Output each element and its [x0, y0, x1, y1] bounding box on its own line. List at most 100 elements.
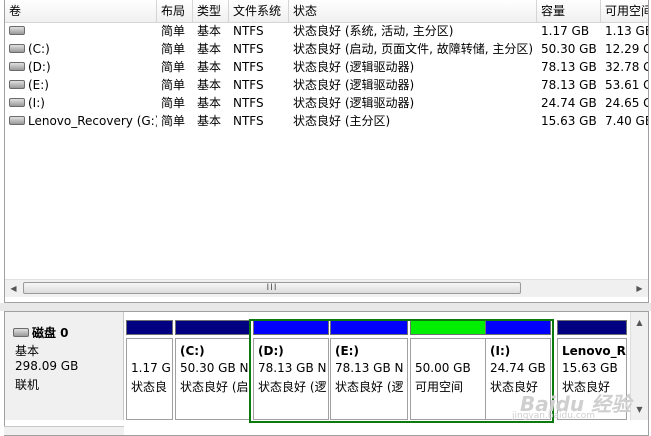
partition-status: 状态良 — [131, 380, 168, 394]
scrollbar-thumb[interactable]: III — [23, 282, 521, 294]
partition-status: 状态良好 (启 — [180, 380, 249, 394]
volume-layout: 简单 — [161, 24, 186, 38]
column-header-free-space[interactable]: 可用空间 — [601, 0, 648, 22]
drive-icon — [9, 98, 25, 107]
partition-status: 可用空间 — [415, 380, 464, 394]
volume-filesystem: NTFS — [233, 96, 264, 110]
volume-list-pane: 卷 布局 类型 文件系统 状态 容量 可用空间 简单 基本 NTFS 状态良好 … — [4, 0, 649, 303]
partition-system[interactable]: 1.17 G 状态良 — [126, 320, 173, 420]
partition-free-space[interactable]: 50.00 GB 可用空间 — [410, 320, 486, 420]
partition-size: 24.74 GB — [490, 361, 546, 375]
volume-row[interactable]: 简单 基本 NTFS 状态良好 (系统, 活动, 主分区) 1.17 GB 1.… — [5, 22, 648, 40]
partition-size: 78.13 GB N — [258, 361, 327, 375]
disk-icon — [13, 328, 29, 337]
partition-size: 50.00 GB — [415, 361, 471, 375]
partition-status: 状态良好 (逻 — [335, 380, 404, 394]
column-header-filesystem[interactable]: 文件系统 — [229, 0, 289, 22]
volume-filesystem: NTFS — [233, 114, 264, 128]
volume-layout: 简单 — [161, 96, 186, 110]
volume-layout: 简单 — [161, 114, 186, 128]
volume-filesystem: NTFS — [233, 42, 264, 56]
volume-capacity: 78.13 GB — [541, 78, 597, 92]
column-header-capacity[interactable]: 容量 — [537, 0, 601, 22]
vertical-scrollbar[interactable]: ▲ ▼ — [630, 312, 648, 420]
volume-row[interactable]: (I:) 简单 基本 NTFS 状态良好 (逻辑驱动器) 24.74 GB 24… — [5, 94, 648, 112]
volume-layout: 简单 — [161, 60, 186, 74]
partition-bar — [175, 320, 251, 335]
volume-capacity: 78.13 GB — [541, 60, 597, 74]
partition-label: (I:) — [490, 344, 511, 358]
volume-layout: 简单 — [161, 78, 186, 92]
volume-capacity: 24.74 GB — [541, 96, 597, 110]
volume-status: 状态良好 (逻辑驱动器) — [293, 96, 415, 110]
partition-bar — [557, 320, 627, 335]
volume-type: 基本 — [197, 96, 222, 110]
scroll-up-icon[interactable]: ▲ — [631, 314, 648, 331]
volume-filesystem: NTFS — [233, 24, 264, 38]
partition-label: (E:) — [335, 344, 359, 358]
volume-filesystem: NTFS — [233, 78, 264, 92]
drive-icon — [9, 26, 25, 35]
volume-free-space: 32.78 G — [605, 60, 649, 74]
volume-free-space: 24.65 G — [605, 96, 649, 110]
drive-icon — [9, 116, 25, 125]
horizontal-scrollbar[interactable]: ◀ III ▶ — [5, 279, 648, 297]
volume-status: 状态良好 (系统, 活动, 主分区) — [293, 24, 454, 38]
disk-info-panel[interactable]: 磁盘 0 基本 298.09 GB 联机 — [5, 312, 124, 420]
column-header-type[interactable]: 类型 — [193, 0, 229, 22]
column-header-layout[interactable]: 布局 — [157, 0, 193, 22]
scroll-down-icon[interactable]: ▼ — [631, 401, 648, 418]
volume-row[interactable]: (E:) 简单 基本 NTFS 状态良好 (逻辑驱动器) 78.13 GB 53… — [5, 76, 648, 94]
scrollbar-grip: III — [266, 283, 278, 293]
partition-bar — [126, 320, 173, 335]
partition-bar — [410, 320, 486, 335]
partition-status: 状态良好 (逻 — [258, 380, 327, 394]
volume-filesystem: NTFS — [233, 60, 264, 74]
volume-type: 基本 — [197, 42, 222, 56]
partition-label: (D:) — [258, 344, 284, 358]
volume-status: 状态良好 (启动, 页面文件, 故障转储, 主分区) — [293, 42, 534, 56]
volume-name: (I:) — [28, 96, 45, 110]
volume-name: (E:) — [28, 78, 49, 92]
scroll-right-icon[interactable]: ▶ — [631, 280, 648, 297]
partition-label: (C:) — [180, 344, 205, 358]
volume-row[interactable]: (C:) 简单 基本 NTFS 状态良好 (启动, 页面文件, 故障转储, 主分… — [5, 40, 648, 58]
volume-status: 状态良好 (逻辑驱动器) — [293, 78, 415, 92]
partition-c[interactable]: (C:) 50.30 GB N 状态良好 (启 — [175, 320, 251, 420]
volume-free-space: 1.13 GB — [605, 24, 649, 38]
volume-free-space: 7.40 GB — [605, 114, 649, 128]
column-header-volume[interactable]: 卷 — [5, 0, 157, 22]
volume-type: 基本 — [197, 78, 222, 92]
drive-icon — [9, 80, 25, 89]
volume-status: 状态良好 (主分区) — [293, 114, 391, 128]
volume-list-header: 卷 布局 类型 文件系统 状态 容量 可用空间 — [5, 0, 648, 23]
disk-size: 298.09 GB — [15, 359, 79, 373]
volume-type: 基本 — [197, 114, 222, 128]
drive-icon — [9, 44, 25, 53]
volume-capacity: 50.30 GB — [541, 42, 597, 56]
volume-status: 状态良好 (逻辑驱动器) — [293, 60, 415, 74]
volume-row[interactable]: (D:) 简单 基本 NTFS 状态良好 (逻辑驱动器) 78.13 GB 32… — [5, 58, 648, 76]
drive-icon — [9, 62, 25, 71]
volume-type: 基本 — [197, 24, 222, 38]
partition-label: Lenovo_R — [562, 344, 626, 358]
disk-name: 磁盘 0 — [32, 326, 69, 340]
volume-row[interactable]: Lenovo_Recovery (G:) 简单 基本 NTFS 状态良好 (主分… — [5, 112, 648, 130]
disk-state: 联机 — [15, 378, 40, 392]
partition-bar — [253, 320, 329, 335]
volume-free-space: 53.61 G — [605, 78, 649, 92]
partition-size: 15.63 GB — [562, 361, 618, 375]
volume-free-space: 12.29 G — [605, 42, 649, 56]
pane-splitter[interactable] — [0, 303, 651, 311]
volume-name: Lenovo_Recovery (G:) — [28, 114, 157, 128]
volume-name: (C:) — [28, 42, 50, 56]
partition-size: 78.13 GB N — [335, 361, 404, 375]
partition-bar — [330, 320, 408, 335]
volume-capacity: 15.63 GB — [541, 114, 597, 128]
partition-e[interactable]: (E:) 78.13 GB N 状态良好 (逻 — [330, 320, 408, 420]
column-header-status[interactable]: 状态 — [289, 0, 537, 22]
partition-size: 50.30 GB N — [180, 361, 249, 375]
disk-type: 基本 — [15, 344, 40, 358]
scroll-left-icon[interactable]: ◀ — [5, 280, 22, 297]
partition-d[interactable]: (D:) 78.13 GB N 状态良好 (逻 — [253, 320, 329, 420]
